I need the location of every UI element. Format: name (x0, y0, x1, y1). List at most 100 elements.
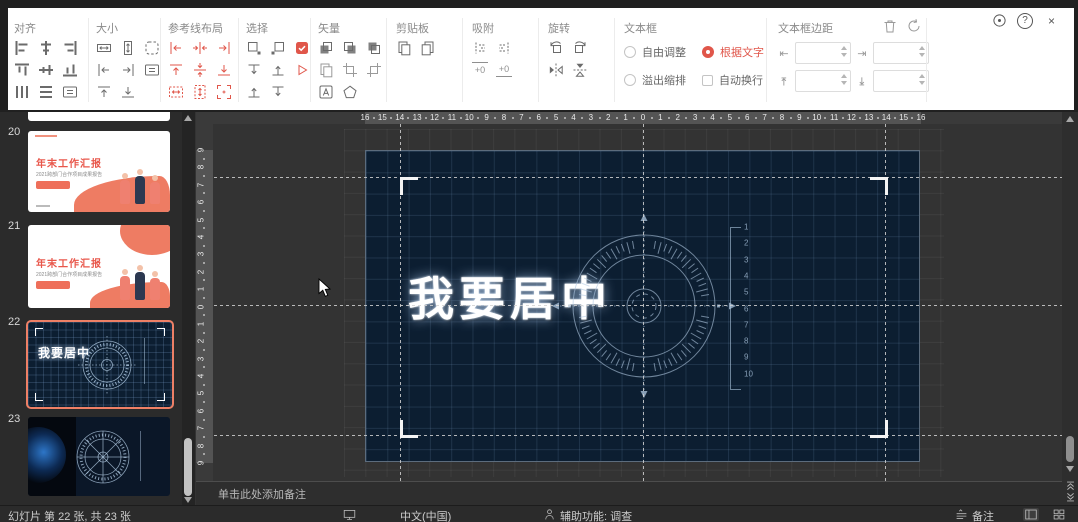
help-icon[interactable]: ? (1017, 12, 1033, 29)
close-icon[interactable]: × (1043, 12, 1060, 29)
fit-box-icon[interactable] (144, 62, 160, 78)
slide-thumbnail-20[interactable]: 年末工作汇报 2021跨部门合作项目成果报告 (28, 131, 170, 212)
guide-horizontal-bottom[interactable] (196, 435, 1062, 436)
vector-combine-icon[interactable] (318, 62, 334, 78)
margin-bottom-field[interactable] (873, 70, 929, 92)
radio-fit-text-selected[interactable] (702, 46, 714, 58)
language-indicator[interactable]: 中文(中国) (400, 508, 451, 522)
align-middle-icon[interactable] (38, 62, 54, 78)
thumbnail-scrollbar[interactable] (182, 112, 195, 505)
radio-free-adjust[interactable] (624, 46, 636, 58)
same-width-icon[interactable] (96, 40, 112, 56)
select-area-icon[interactable] (294, 40, 310, 56)
notes-toggle-icon[interactable] (955, 508, 968, 521)
guide-top-icon[interactable] (168, 62, 184, 78)
play-selection-icon[interactable] (294, 62, 310, 78)
stretch-bottom-icon[interactable] (120, 84, 136, 100)
select-top-icon[interactable] (270, 84, 286, 100)
select-below-icon[interactable] (246, 62, 262, 78)
margin-top-input[interactable] (798, 72, 840, 90)
guide-bottom-icon[interactable] (216, 62, 232, 78)
equal-spacing-icon[interactable] (62, 84, 78, 100)
paste-icon[interactable] (396, 40, 412, 56)
compass-dial-graphic[interactable] (549, 211, 739, 401)
guide-left-icon[interactable] (168, 40, 184, 56)
guide-middle-icon[interactable] (192, 62, 208, 78)
clear-margin-icon[interactable] (882, 18, 898, 34)
canvas-scrollbar[interactable] (1062, 112, 1078, 505)
snap-offset-bottom[interactable]: +0 (496, 62, 512, 77)
thumb-scroll-handle[interactable] (184, 438, 192, 496)
select-object-alt-icon[interactable] (270, 40, 286, 56)
margin-right-input[interactable] (876, 44, 918, 62)
vector-union-icon[interactable] (318, 40, 334, 56)
vector-subtract-icon[interactable] (342, 40, 358, 56)
option-fit-text[interactable]: 根据文字 (702, 44, 764, 60)
shape-outline-icon[interactable] (342, 84, 358, 100)
vector-frame-icon[interactable] (366, 62, 382, 78)
rotate-left-icon[interactable] (548, 40, 564, 56)
theme-icon[interactable] (992, 13, 1007, 28)
paste-special-icon[interactable] (420, 40, 436, 56)
guide-box-vertical-icon[interactable] (192, 84, 208, 100)
thumb-scroll-up-icon[interactable] (184, 115, 192, 121)
accessibility-person-icon[interactable] (543, 508, 556, 521)
normal-view-icon[interactable] (1023, 508, 1039, 521)
vector-intersect-icon[interactable] (366, 40, 382, 56)
flip-horizontal-icon[interactable] (548, 62, 564, 78)
slide-thumbnail-23[interactable] (28, 417, 170, 496)
guide-center-icon[interactable] (192, 40, 208, 56)
previous-slide-button[interactable] (1063, 480, 1077, 491)
snap-left-icon[interactable] (472, 40, 488, 56)
canvas-scroll-handle[interactable] (1066, 436, 1074, 462)
distribute-vertical-icon[interactable] (38, 84, 54, 100)
notes-placeholder[interactable]: 单击此处添加备注 (218, 486, 306, 502)
distribute-horizontal-icon[interactable] (14, 84, 30, 100)
guide-box-corners-icon[interactable] (216, 84, 232, 100)
margin-top-field[interactable] (795, 70, 851, 92)
margin-right-field[interactable] (873, 42, 929, 64)
select-bottom-icon[interactable] (246, 84, 262, 100)
select-object-icon[interactable] (246, 40, 262, 56)
slide-thumbnail-21[interactable]: 年末工作汇报 2021跨部门合作项目成果报告 (28, 225, 170, 308)
vector-fragment-icon[interactable] (342, 62, 358, 78)
snap-right-icon[interactable] (496, 40, 512, 56)
align-top-icon[interactable] (14, 62, 30, 78)
slide-thumbnail-22-selected[interactable]: 我要居中 (26, 320, 174, 409)
slide-thumbnail-19-partial[interactable] (28, 112, 170, 121)
stretch-top-icon[interactable] (96, 84, 112, 100)
canvas-scroll-down-icon[interactable] (1066, 466, 1074, 472)
margin-left-field[interactable] (795, 42, 851, 64)
guide-horizontal-middle[interactable] (196, 305, 1062, 306)
guide-horizontal-top[interactable] (196, 177, 1062, 178)
guide-right-icon[interactable] (216, 40, 232, 56)
slide-sorter-view-icon[interactable] (1052, 508, 1066, 521)
align-right-icon[interactable] (62, 40, 78, 56)
display-icon[interactable] (343, 508, 356, 521)
canvas-scroll-up-icon[interactable] (1066, 116, 1074, 122)
stretch-right-icon[interactable] (120, 62, 136, 78)
text-to-shape-icon[interactable] (318, 84, 334, 100)
select-above-icon[interactable] (270, 62, 286, 78)
align-bottom-icon[interactable] (62, 62, 78, 78)
snap-offset-top[interactable]: +0 (472, 62, 488, 77)
option-overflow-indent[interactable]: 溢出缩排 (624, 72, 686, 88)
margin-left-input[interactable] (798, 44, 840, 62)
same-size-icon[interactable] (144, 40, 160, 56)
margin-bottom-input[interactable] (876, 72, 918, 90)
accessibility-status[interactable]: 辅助功能: 调查 (560, 508, 632, 522)
option-word-wrap[interactable]: 自动换行 (702, 72, 764, 88)
flip-vertical-icon[interactable] (572, 62, 588, 78)
rotate-right-icon[interactable] (572, 40, 588, 56)
option-free-adjust[interactable]: 自由调整 (624, 44, 686, 60)
radio-overflow-indent[interactable] (624, 74, 636, 86)
reset-margin-icon[interactable] (906, 18, 922, 34)
notes-bar[interactable]: 单击此处添加备注 (196, 481, 1062, 505)
guide-box-horizontal-icon[interactable] (168, 84, 184, 100)
checkbox-word-wrap[interactable] (702, 74, 713, 86)
same-height-icon[interactable] (120, 40, 136, 56)
thumb-scroll-down-icon[interactable] (184, 497, 192, 503)
align-left-icon[interactable] (14, 40, 30, 56)
next-slide-button[interactable] (1063, 492, 1077, 503)
align-center-icon[interactable] (38, 40, 54, 56)
